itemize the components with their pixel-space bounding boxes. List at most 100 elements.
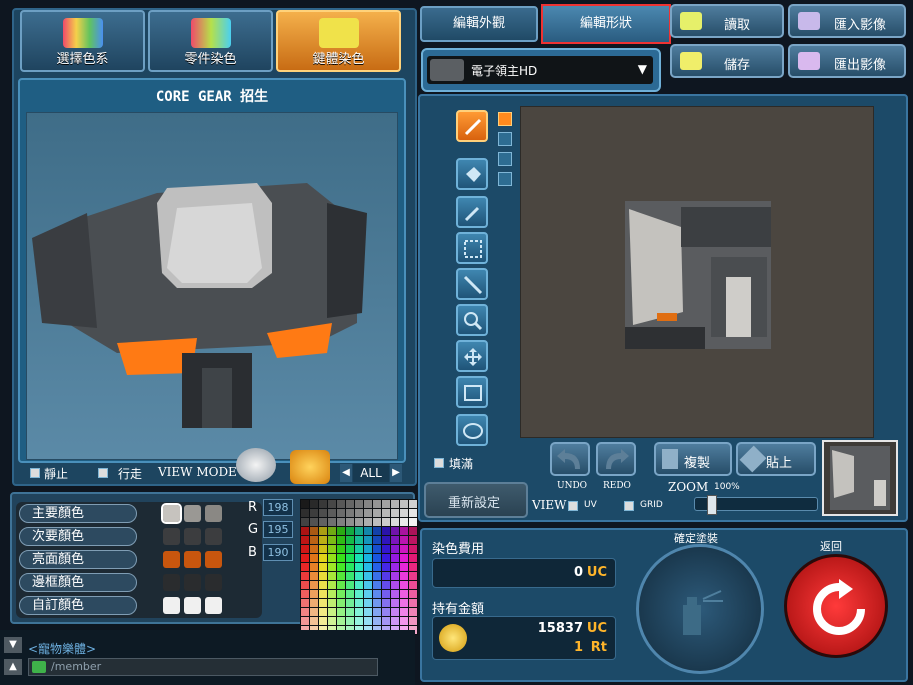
palette-swatch[interactable]	[400, 581, 408, 589]
palette-swatch[interactable]	[337, 518, 345, 526]
palette-swatch[interactable]	[364, 500, 372, 508]
palette-swatch[interactable]	[301, 500, 309, 508]
palette-swatch[interactable]	[364, 545, 372, 553]
palette-swatch[interactable]	[310, 590, 318, 598]
palette-swatch[interactable]	[346, 608, 354, 616]
model-select[interactable]: 電子領主HD ▼	[421, 48, 661, 92]
palette-swatch[interactable]	[355, 509, 363, 517]
palette-swatch[interactable]	[337, 545, 345, 553]
palette-swatch[interactable]	[328, 608, 336, 616]
palette-swatch[interactable]	[391, 554, 399, 562]
palette-swatch[interactable]	[409, 572, 417, 580]
tab-select-color-scheme[interactable]: 選擇色系	[20, 10, 145, 72]
palette-swatch[interactable]	[355, 617, 363, 625]
fill-checkbox[interactable]	[434, 458, 444, 468]
palette-swatch[interactable]	[301, 563, 309, 571]
palette-swatch[interactable]	[346, 509, 354, 517]
palette-swatch[interactable]	[391, 518, 399, 526]
palette-swatch[interactable]	[301, 581, 309, 589]
palette-swatch[interactable]	[391, 536, 399, 544]
palette-swatch[interactable]	[373, 527, 381, 535]
palette-swatch[interactable]	[373, 509, 381, 517]
tab-parts-dye[interactable]: 零件染色	[148, 10, 273, 72]
palette-swatch[interactable]	[382, 599, 390, 607]
palette-swatch[interactable]	[346, 617, 354, 625]
palette-swatch[interactable]	[337, 590, 345, 598]
secondary-swatch-1[interactable]	[163, 528, 180, 545]
brush-size-4[interactable]	[498, 172, 512, 186]
palette-swatch[interactable]	[382, 572, 390, 580]
color-palette-grid[interactable]	[300, 499, 418, 635]
palette-swatch[interactable]	[346, 536, 354, 544]
tab-body-dye[interactable]: 鍵體染色	[276, 10, 401, 72]
palette-swatch[interactable]	[301, 608, 309, 616]
palette-swatch[interactable]	[400, 536, 408, 544]
custom-swatch-1[interactable]	[163, 597, 180, 614]
palette-swatch[interactable]	[364, 572, 372, 580]
palette-swatch[interactable]	[382, 590, 390, 598]
g-value[interactable]: 195	[263, 521, 293, 538]
palette-swatch[interactable]	[319, 518, 327, 526]
palette-swatch[interactable]	[382, 608, 390, 616]
paste-button[interactable]: 貼上	[736, 442, 816, 476]
palette-swatch[interactable]	[355, 527, 363, 535]
palette-swatch[interactable]	[301, 545, 309, 553]
palette-swatch[interactable]	[400, 617, 408, 625]
palette-swatch[interactable]	[328, 590, 336, 598]
palette-swatch[interactable]	[310, 527, 318, 535]
palette-swatch[interactable]	[409, 554, 417, 562]
palette-swatch[interactable]	[373, 581, 381, 589]
palette-swatch[interactable]	[328, 563, 336, 571]
palette-swatch[interactable]	[382, 536, 390, 544]
palette-swatch[interactable]	[310, 509, 318, 517]
palette-swatch[interactable]	[364, 536, 372, 544]
palette-swatch[interactable]	[382, 518, 390, 526]
palette-swatch[interactable]	[391, 581, 399, 589]
rectangle-tool[interactable]	[456, 376, 488, 408]
palette-swatch[interactable]	[391, 617, 399, 625]
brush-size-2[interactable]	[498, 132, 512, 146]
palette-swatch[interactable]	[355, 590, 363, 598]
edit-tab-appearance[interactable]: 編輯外觀	[420, 6, 538, 42]
palette-swatch[interactable]	[409, 563, 417, 571]
palette-swatch[interactable]	[328, 572, 336, 580]
palette-swatch[interactable]	[319, 527, 327, 535]
palette-swatch[interactable]	[409, 608, 417, 616]
preview-viewport[interactable]	[26, 112, 398, 460]
primary-swatch-3[interactable]	[205, 505, 222, 522]
palette-swatch[interactable]	[328, 599, 336, 607]
brush-size-1[interactable]	[498, 112, 512, 126]
palette-swatch[interactable]	[409, 500, 417, 508]
palette-swatch[interactable]	[382, 617, 390, 625]
color-row-custom[interactable]: 自訂顏色	[19, 596, 137, 615]
palette-swatch[interactable]	[346, 545, 354, 553]
palette-swatch[interactable]	[337, 527, 345, 535]
palette-swatch[interactable]	[355, 581, 363, 589]
palette-swatch[interactable]	[328, 536, 336, 544]
palette-swatch[interactable]	[346, 590, 354, 598]
view-next-button[interactable]: ▶	[390, 464, 402, 482]
palette-swatch[interactable]	[382, 545, 390, 553]
custom-swatch-3[interactable]	[205, 597, 222, 614]
move-tool[interactable]	[456, 340, 488, 372]
palette-swatch[interactable]	[382, 527, 390, 535]
border-swatch-2[interactable]	[184, 574, 201, 591]
color-row-secondary[interactable]: 次要顏色	[19, 527, 137, 546]
palette-swatch[interactable]	[328, 581, 336, 589]
b-value[interactable]: 190	[263, 544, 293, 561]
palette-swatch[interactable]	[301, 572, 309, 580]
palette-swatch[interactable]	[346, 527, 354, 535]
palette-swatch[interactable]	[400, 563, 408, 571]
palette-swatch[interactable]	[337, 509, 345, 517]
palette-swatch[interactable]	[382, 554, 390, 562]
load-button[interactable]: 讀取	[670, 4, 784, 38]
chat-input[interactable]: /member	[28, 658, 378, 676]
palette-swatch[interactable]	[328, 617, 336, 625]
palette-swatch[interactable]	[346, 518, 354, 526]
palette-swatch[interactable]	[319, 581, 327, 589]
palette-swatch[interactable]	[346, 563, 354, 571]
palette-swatch[interactable]	[319, 509, 327, 517]
palette-swatch[interactable]	[310, 617, 318, 625]
palette-swatch[interactable]	[373, 554, 381, 562]
highlight-swatch-2[interactable]	[184, 551, 201, 568]
